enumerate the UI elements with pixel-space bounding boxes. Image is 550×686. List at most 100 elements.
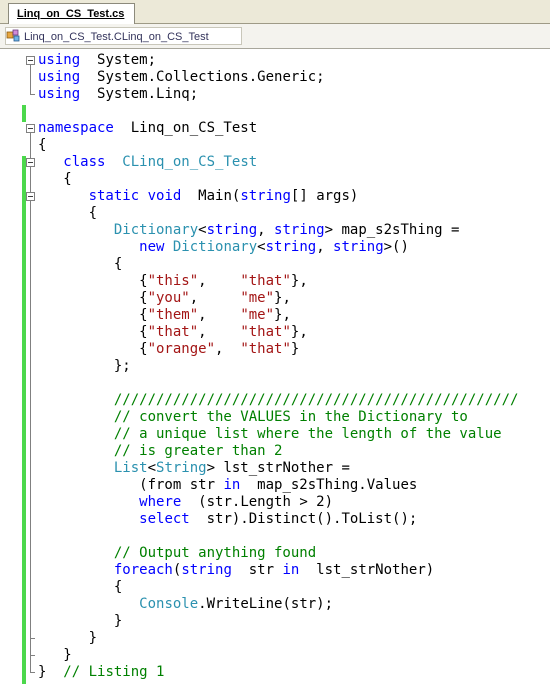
document-tab[interactable]: Linq_on_CS_Test.cs <box>8 3 136 24</box>
code-line: ////////////////////////////////////////… <box>38 392 519 409</box>
code-token: "that" <box>240 324 291 340</box>
code-token: < <box>257 239 266 255</box>
code-token: { <box>38 290 148 306</box>
code-token: , <box>215 341 241 357</box>
code-token: , <box>316 239 334 255</box>
code-line: static void Main(string[] args) <box>38 188 359 205</box>
code-token: using <box>38 52 81 68</box>
code-token: { <box>38 137 47 153</box>
outline-guide-end <box>30 94 35 95</box>
code-line: { <box>38 579 122 596</box>
code-token: Main( <box>181 188 241 204</box>
code-token: Dictionary <box>164 239 258 255</box>
code-token: foreach <box>113 562 173 578</box>
code-token: "that" <box>240 273 291 289</box>
code-token: Console <box>139 596 199 612</box>
code-token: , <box>257 222 275 238</box>
code-token: { <box>38 324 148 340</box>
code-token: }, <box>290 324 308 340</box>
code-token: System.Collections.Generic; <box>80 69 325 85</box>
code-line: } <box>38 630 97 647</box>
outline-guide <box>30 65 31 94</box>
code-token: in <box>282 562 300 578</box>
code-token: "me" <box>240 290 275 306</box>
code-line: where (str.Length > 2) <box>38 494 333 511</box>
code-line: // Output anything found <box>38 545 316 562</box>
code-token: }, <box>274 307 291 323</box>
code-token: select <box>139 511 190 527</box>
types-dropdown[interactable]: Linq_on_CS_Test.CLinq_on_CS_Test <box>5 27 242 45</box>
code-line: namespace Linq_on_CS_Test <box>38 120 257 137</box>
code-token: Dictionary <box>113 222 199 238</box>
code-line: { <box>38 205 97 222</box>
code-token: }, <box>290 273 308 289</box>
code-token: in <box>223 477 241 493</box>
change-bar <box>22 105 26 122</box>
code-token: lst_strNother) <box>299 562 435 578</box>
code-token: [] args) <box>290 188 359 204</box>
code-token: "orange" <box>147 341 216 357</box>
code-token: "you" <box>147 290 190 306</box>
code-token: string <box>206 222 258 238</box>
code-token: "them" <box>147 307 199 323</box>
code-token: new <box>139 239 165 255</box>
code-line: } <box>38 613 122 630</box>
class-icon <box>6 29 20 42</box>
collapse-toggle-icon[interactable] <box>26 192 35 201</box>
code-token: , <box>198 307 241 323</box>
code-token: .WriteLine(str); <box>198 596 334 612</box>
code-token: // Output anything found <box>113 545 317 561</box>
code-token: , <box>189 290 241 306</box>
code-line: }; <box>38 358 131 375</box>
code-line: // is greater than 2 <box>38 443 283 460</box>
code-token: > map_s2sThing = <box>324 222 460 238</box>
code-token: // a unique list where the length of the… <box>113 426 502 442</box>
code-token: // Listing 1 <box>46 664 165 680</box>
code-token: "this" <box>147 273 199 289</box>
code-token: str <box>231 562 283 578</box>
code-token: using <box>38 86 81 102</box>
code-token: namespace <box>38 120 114 136</box>
code-token: { <box>38 171 72 187</box>
code-line: (from str in map_s2sThing.Values <box>38 477 417 494</box>
code-token: String <box>156 460 207 476</box>
outline-guide <box>30 133 31 672</box>
code-token: CLinq_on_CS_Test <box>105 154 258 170</box>
code-token: string <box>181 562 232 578</box>
code-line: { <box>38 171 72 188</box>
code-token: // is greater than 2 <box>113 443 283 459</box>
code-line: {"this", "that"}, <box>38 273 308 290</box>
code-token: >() <box>383 239 409 255</box>
code-token: "that" <box>147 324 199 340</box>
code-line: select str).Distinct().ToList(); <box>38 511 417 528</box>
code-token: }, <box>274 290 291 306</box>
code-token: } <box>38 647 72 663</box>
code-token: string <box>240 188 291 204</box>
code-token: { <box>38 205 98 221</box>
code-token: where <box>139 494 182 510</box>
code-token: string <box>274 222 325 238</box>
collapse-toggle-icon[interactable] <box>26 56 35 65</box>
code-line: } <box>38 647 72 664</box>
code-token: List <box>113 460 148 476</box>
code-token: "that" <box>240 341 291 357</box>
code-token: > lst_strNother = <box>206 460 350 476</box>
collapse-toggle-icon[interactable] <box>26 124 35 133</box>
code-token: } <box>38 613 123 629</box>
code-line: class CLinq_on_CS_Test <box>38 154 257 171</box>
code-token: static <box>88 188 140 204</box>
code-token: class <box>63 154 106 170</box>
document-tab-label: Linq_on_CS_Test.cs <box>17 8 125 20</box>
code-token: Linq_on_CS_Test <box>113 120 258 136</box>
code-token: void <box>139 188 182 204</box>
collapse-toggle-icon[interactable] <box>26 158 35 167</box>
code-editor[interactable]: using System; using System.Collections.Ge… <box>0 49 550 686</box>
